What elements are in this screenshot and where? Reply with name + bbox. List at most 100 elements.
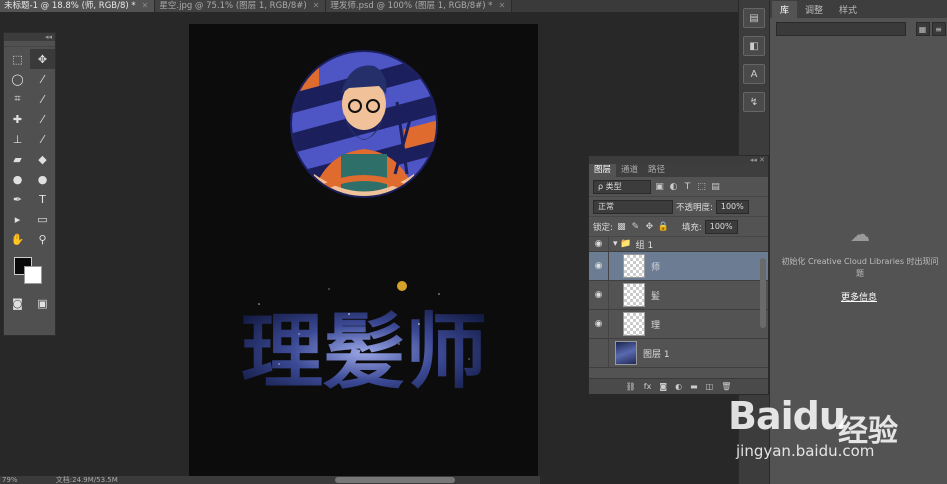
rectangle-shape-icon[interactable]: ▭ — [30, 209, 55, 229]
cc-error-message: 初始化 Creative Cloud Libraries 时出现问题 — [781, 257, 939, 278]
tab-layers[interactable]: 图层 — [589, 164, 617, 177]
lock-fill-row: 锁定: ▩ ✎ ✥ 🔒 填充: 100% — [589, 217, 768, 237]
tab-untitled-1[interactable]: 未标题-1 @ 18.8% (师, RGB/8) * ✕ — [0, 0, 156, 12]
brush-icon[interactable]: ⁄ — [30, 109, 55, 129]
fill-label: 填充: — [681, 222, 702, 233]
tab-channels[interactable]: 通道 — [616, 164, 643, 177]
layers-panel: ◂◂ ✕ 图层 通道 路径 ρ 类型 ▣ ◐ T ⬚ ▤ 正常 不透明度: 10… — [588, 155, 769, 395]
background-color-swatch[interactable] — [24, 266, 42, 284]
lasso-icon[interactable]: ◯ — [5, 69, 30, 89]
lock-position-icon[interactable]: ✥ — [644, 222, 655, 232]
color-swatches — [4, 251, 55, 291]
clone-stamp-icon[interactable]: ⊥ — [5, 129, 30, 149]
layer-name: 图层 1 — [643, 349, 670, 360]
character-panel-icon[interactable]: A — [743, 64, 765, 84]
new-group-icon[interactable]: ▬ — [690, 382, 698, 391]
move-tool-icon[interactable]: ✥ — [30, 49, 55, 69]
layer-row-layer-1[interactable]: 图层 1 — [589, 339, 768, 368]
close-icon[interactable]: ✕ — [313, 0, 320, 12]
shape-filter-icon[interactable]: ⬚ — [696, 182, 707, 192]
opacity-input[interactable]: 100% — [715, 199, 749, 214]
horizontal-scrollbar[interactable] — [335, 477, 455, 483]
layer-style-icon[interactable]: fx — [644, 382, 652, 391]
image-filter-icon[interactable]: ▣ — [654, 182, 665, 192]
history-panel-icon[interactable]: ◧ — [743, 36, 765, 56]
hand-icon[interactable]: ✋ — [5, 229, 30, 249]
layer-name: 组 1 — [635, 240, 654, 251]
quick-mask-icon[interactable]: ◙ — [5, 293, 30, 313]
document-tab-bar: 未标题-1 @ 18.8% (师, RGB/8) * ✕ 星空.jpg @ 75.… — [0, 0, 738, 12]
layers-panel-tabs: 图层 通道 路径 — [589, 164, 768, 177]
tab-barber-psd[interactable]: 理发师.psd @ 100% (图层 1, RGB/8#) * ✕ — [326, 0, 513, 12]
layer-row-li[interactable]: ◉ 理 — [589, 310, 768, 339]
cloud-error-icon: ☁ — [850, 222, 870, 246]
document-canvas[interactable]: 理髪师 — [189, 24, 538, 484]
blur-icon[interactable]: ● — [5, 169, 30, 189]
list-view-icon[interactable]: ≡ — [931, 22, 946, 36]
type-icon[interactable]: T — [30, 189, 55, 209]
baidu-logo: Baidu — [728, 394, 846, 438]
layers-scrollbar[interactable] — [760, 258, 766, 328]
layer-thumbnail — [623, 283, 645, 307]
link-layers-icon[interactable]: ⛓ — [626, 382, 636, 391]
eraser-icon[interactable]: ▰ — [5, 149, 30, 169]
magic-wand-icon[interactable]: ⁄ — [30, 69, 55, 89]
type-filter-icon[interactable]: T — [682, 182, 693, 192]
layer-row-shi[interactable]: ◉ 师 — [589, 252, 768, 281]
tab-adjustments[interactable]: 调整 — [797, 1, 831, 18]
history-brush-icon[interactable]: ⁄ — [30, 129, 55, 149]
lock-all-icon[interactable]: 🔒 — [658, 222, 669, 232]
screen-mode-icon[interactable]: ▣ — [30, 293, 55, 313]
eye-icon[interactable]: ◉ — [589, 237, 609, 251]
layer-thumbnail — [615, 341, 637, 365]
layer-thumbnail — [623, 312, 645, 336]
eye-icon[interactable]: ◉ — [589, 281, 609, 309]
eye-icon[interactable]: ◉ — [589, 252, 609, 280]
zoom-level[interactable]: 79% — [2, 476, 18, 484]
fill-input[interactable]: 100% — [704, 219, 738, 234]
crop-icon[interactable]: ⌗ — [5, 89, 30, 109]
rect-marquee-icon[interactable]: ⬚ — [5, 49, 30, 69]
close-icon[interactable]: ✕ — [499, 0, 506, 12]
eyedropper-icon[interactable]: ⁄ — [30, 89, 55, 109]
paths-panel-icon[interactable]: ↯ — [743, 92, 765, 112]
adjustment-filter-icon[interactable]: ◐ — [668, 182, 679, 192]
layer-row-group-1[interactable]: ◉ ▾ 📁 组 1 — [589, 237, 768, 252]
layer-name: 师 — [651, 262, 661, 273]
canvas-artwork: 理髪师 — [241, 50, 487, 400]
library-select[interactable] — [776, 22, 906, 36]
new-layer-icon[interactable]: ◫ — [706, 382, 714, 391]
tools-panel: ◂◂ ⬚ ✥ ◯ ⁄ ⌗ ⁄ ✚ ⁄ ⊥ ⁄ ▰ ◆ ● ● ✒ T ▸ ▭ ✋… — [3, 32, 56, 336]
filter-kind-select[interactable]: ρ 类型 — [593, 179, 651, 194]
layer-name: 理 — [651, 320, 661, 331]
eye-icon[interactable]: ◉ — [589, 310, 609, 338]
zoom-icon[interactable]: ⚲ — [30, 229, 55, 249]
dodge-icon[interactable]: ● — [30, 169, 55, 189]
path-select-icon[interactable]: ▸ — [5, 209, 30, 229]
tab-paths[interactable]: 路径 — [643, 164, 670, 177]
tab-styles[interactable]: 样式 — [831, 1, 865, 18]
watermark-url: jingyan.baidu.com — [736, 442, 875, 460]
close-icon[interactable]: ✕ — [142, 0, 149, 12]
tab-starry-sky[interactable]: 星空.jpg @ 75.1% (图层 1, RGB/8#) ✕ — [155, 0, 327, 12]
lock-pixels-icon[interactable]: ✎ — [630, 222, 641, 232]
properties-panel-icon[interactable]: ▤ — [743, 8, 765, 28]
visibility-off-box[interactable] — [589, 339, 609, 367]
baidu-jingyan-watermark: Baidu 经验 jingyan.baidu.com — [728, 380, 947, 484]
layer-row-fa[interactable]: ◉ 髪 — [589, 281, 768, 310]
tab-library[interactable]: 库 — [772, 1, 798, 18]
pen-icon[interactable]: ✒ — [5, 189, 30, 209]
blend-mode-select[interactable]: 正常 — [593, 199, 673, 214]
panel-collapse-grip[interactable]: ◂◂ — [4, 33, 55, 41]
paint-bucket-icon[interactable]: ◆ — [30, 149, 55, 169]
smart-object-filter-icon[interactable]: ▤ — [710, 182, 721, 192]
healing-brush-icon[interactable]: ✚ — [5, 109, 30, 129]
panel-collapse-grip[interactable]: ◂◂ ✕ — [589, 156, 768, 164]
layer-name: 髪 — [651, 291, 661, 302]
adjustment-layer-icon[interactable]: ◐ — [675, 382, 682, 391]
more-info-link[interactable]: 更多信息 — [770, 290, 947, 303]
layer-mask-icon[interactable]: ◙ — [659, 382, 667, 391]
lock-transparency-icon[interactable]: ▩ — [616, 222, 627, 232]
blend-opacity-row: 正常 不透明度: 100% — [589, 197, 768, 217]
grid-view-icon[interactable]: ▦ — [915, 22, 930, 36]
